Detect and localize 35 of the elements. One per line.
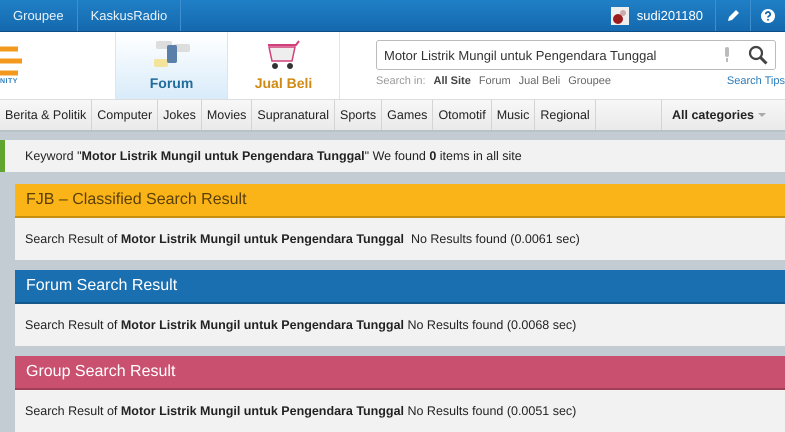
search-scope[interactable]: Forum	[478, 75, 511, 87]
category-link[interactable]: Games	[382, 100, 434, 130]
top-nav-link[interactable]: KaskusRadio	[78, 0, 182, 31]
result-text: Search Result of Motor Listrik Mungil untuk Pengendara Tunggal No Results found (0.0061 sec)	[25, 232, 580, 246]
nav-tab[interactable]: Forum	[116, 32, 228, 99]
category-link[interactable]: Berita & Politik	[0, 100, 92, 130]
pencil-icon[interactable]	[726, 8, 740, 22]
search-icon[interactable]	[748, 45, 768, 65]
category-link[interactable]: Sports	[335, 100, 382, 130]
result-text: Search Result of Motor Listrik Mungil untuk Pengendara Tunggal No Results found (0.0068 sec)	[25, 318, 576, 332]
username[interactable]: sudi201180	[636, 8, 703, 23]
category-link[interactable]: Jokes	[158, 100, 202, 130]
result-title: Forum Search Result	[26, 277, 178, 295]
category-link[interactable]: Computer	[92, 100, 158, 130]
search-field[interactable]: Motor Listrik Mungil untuk Pengendara Tunggal	[376, 40, 776, 70]
caret-icon	[758, 113, 766, 117]
all-categories-dropdown[interactable]: All categories	[661, 100, 785, 130]
result-title: Group Search Result	[26, 363, 176, 381]
search-scope[interactable]: Jual Beli	[518, 75, 560, 87]
result-title: FJB – Classified Search Result	[26, 191, 247, 209]
logo-icon	[0, 46, 24, 76]
category-link[interactable]: Otomotif	[433, 100, 492, 130]
category-link[interactable]: Regional	[535, 100, 596, 130]
keyword-summary: Keyword "Motor Listrik Mungil untuk Pengendara Tunggal" We found 0 items in all site	[25, 149, 522, 163]
search-tips-link[interactable]: Search Tips	[726, 75, 785, 87]
search-scope[interactable]: All Site	[434, 75, 471, 87]
category-link[interactable]: Movies	[202, 100, 252, 130]
help-icon[interactable]	[761, 8, 775, 22]
search-scope[interactable]: Groupee	[568, 75, 611, 87]
search-in-label: Search in:	[376, 75, 426, 87]
category-link[interactable]: Music	[492, 100, 536, 130]
top-nav-link[interactable]: Groupee	[0, 0, 78, 31]
category-link[interactable]: Supranatural	[252, 100, 335, 130]
result-text: Search Result of Motor Listrik Mungil untuk Pengendara Tunggal No Results found (0.0051 sec)	[25, 404, 576, 418]
avatar-icon	[610, 6, 629, 24]
